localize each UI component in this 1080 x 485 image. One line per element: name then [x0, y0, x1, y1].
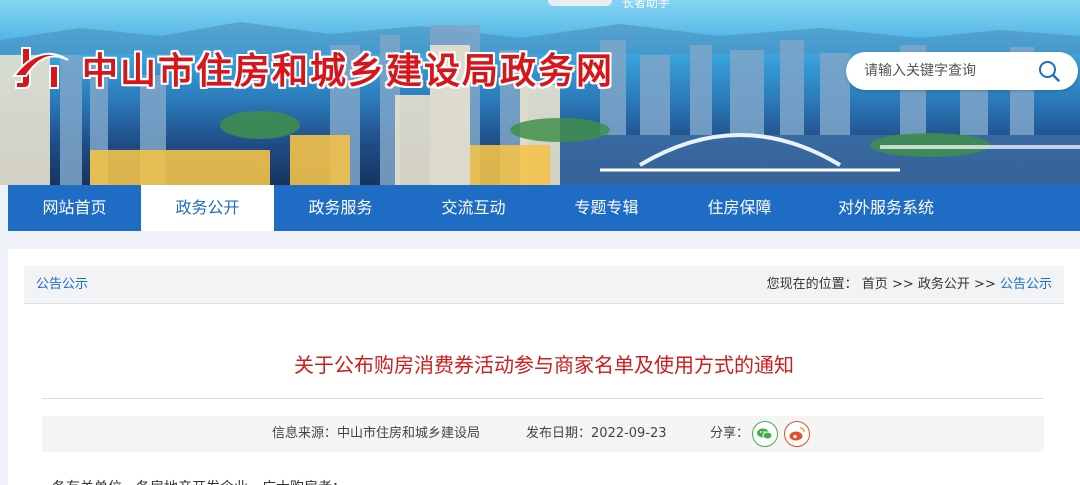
nav-item-gov-affairs-open[interactable]: 政务公开	[141, 185, 274, 231]
article-body-first-line: 各有关单位、各房地产开发企业、广大购房者：	[52, 477, 346, 485]
nav-item-special-topics[interactable]: 专题专辑	[540, 185, 673, 231]
site-title[interactable]: 中山市住房和城乡建设局政务网	[82, 42, 614, 94]
wechat-share-button[interactable]	[752, 421, 778, 447]
nav-item-interaction[interactable]: 交流互动	[407, 185, 540, 231]
breadcrumb-prefix: 您现在的位置：	[766, 277, 858, 292]
date-label: 发布日期：	[526, 426, 592, 441]
breadcrumb-home-link[interactable]: 首页	[862, 277, 888, 292]
source-value: 中山市住房和城乡建设局	[337, 426, 481, 441]
nav-item-gov-services[interactable]: 政务服务	[274, 185, 407, 231]
title-divider	[42, 398, 1044, 399]
date-value: 2022-09-23	[591, 426, 667, 441]
breadcrumb-sep: >>	[891, 277, 914, 292]
content-panel: 公告公示 您现在的位置： 首页 >> 政务公开 >> 公告公示 关于公布购房消费…	[8, 249, 1080, 485]
weibo-icon	[789, 427, 805, 441]
site-logo-icon	[11, 47, 69, 89]
article-title: 关于公布购房消费券活动参与商家名单及使用方式的通知	[294, 353, 794, 377]
source-label: 信息来源：	[272, 426, 338, 441]
main-nav: 网站首页 政务公开 政务服务 交流互动 专题专辑 住房保障 对外服务系统	[8, 185, 1080, 231]
search-icon[interactable]	[1038, 60, 1060, 82]
nav-item-home[interactable]: 网站首页	[8, 185, 141, 231]
weibo-share-button[interactable]	[784, 421, 810, 447]
nav-item-external-services[interactable]: 对外服务系统	[806, 185, 966, 231]
article-meta-bar: 信息来源：中山市住房和城乡建设局 发布日期：2022-09-23 分享：	[42, 416, 1044, 452]
nav-item-housing-security[interactable]: 住房保障	[673, 185, 806, 231]
article-source: 信息来源：中山市住房和城乡建设局	[272, 416, 480, 452]
elder-assistant-link[interactable]: 长者助手	[622, 0, 670, 11]
search-box	[846, 52, 1078, 90]
top-chip[interactable]	[548, 0, 612, 6]
breadcrumb-gov-affairs-link[interactable]: 政务公开	[918, 277, 970, 292]
search-input[interactable]	[864, 52, 1034, 90]
section-title[interactable]: 公告公示	[36, 266, 88, 304]
article-date: 发布日期：2022-09-23	[526, 416, 667, 452]
breadcrumb: 您现在的位置： 首页 >> 政务公开 >> 公告公示	[767, 266, 1052, 304]
header-banner: 长者助手 中山市住房和城乡建设局政务网	[0, 0, 1080, 185]
share-label: 分享：	[710, 426, 750, 441]
breadcrumb-sep: >>	[974, 277, 996, 292]
breadcrumb-current-link[interactable]: 公告公示	[1000, 277, 1052, 292]
wechat-icon	[757, 428, 773, 440]
breadcrumb-bar: 公告公示 您现在的位置： 首页 >> 政务公开 >> 公告公示	[24, 266, 1064, 304]
